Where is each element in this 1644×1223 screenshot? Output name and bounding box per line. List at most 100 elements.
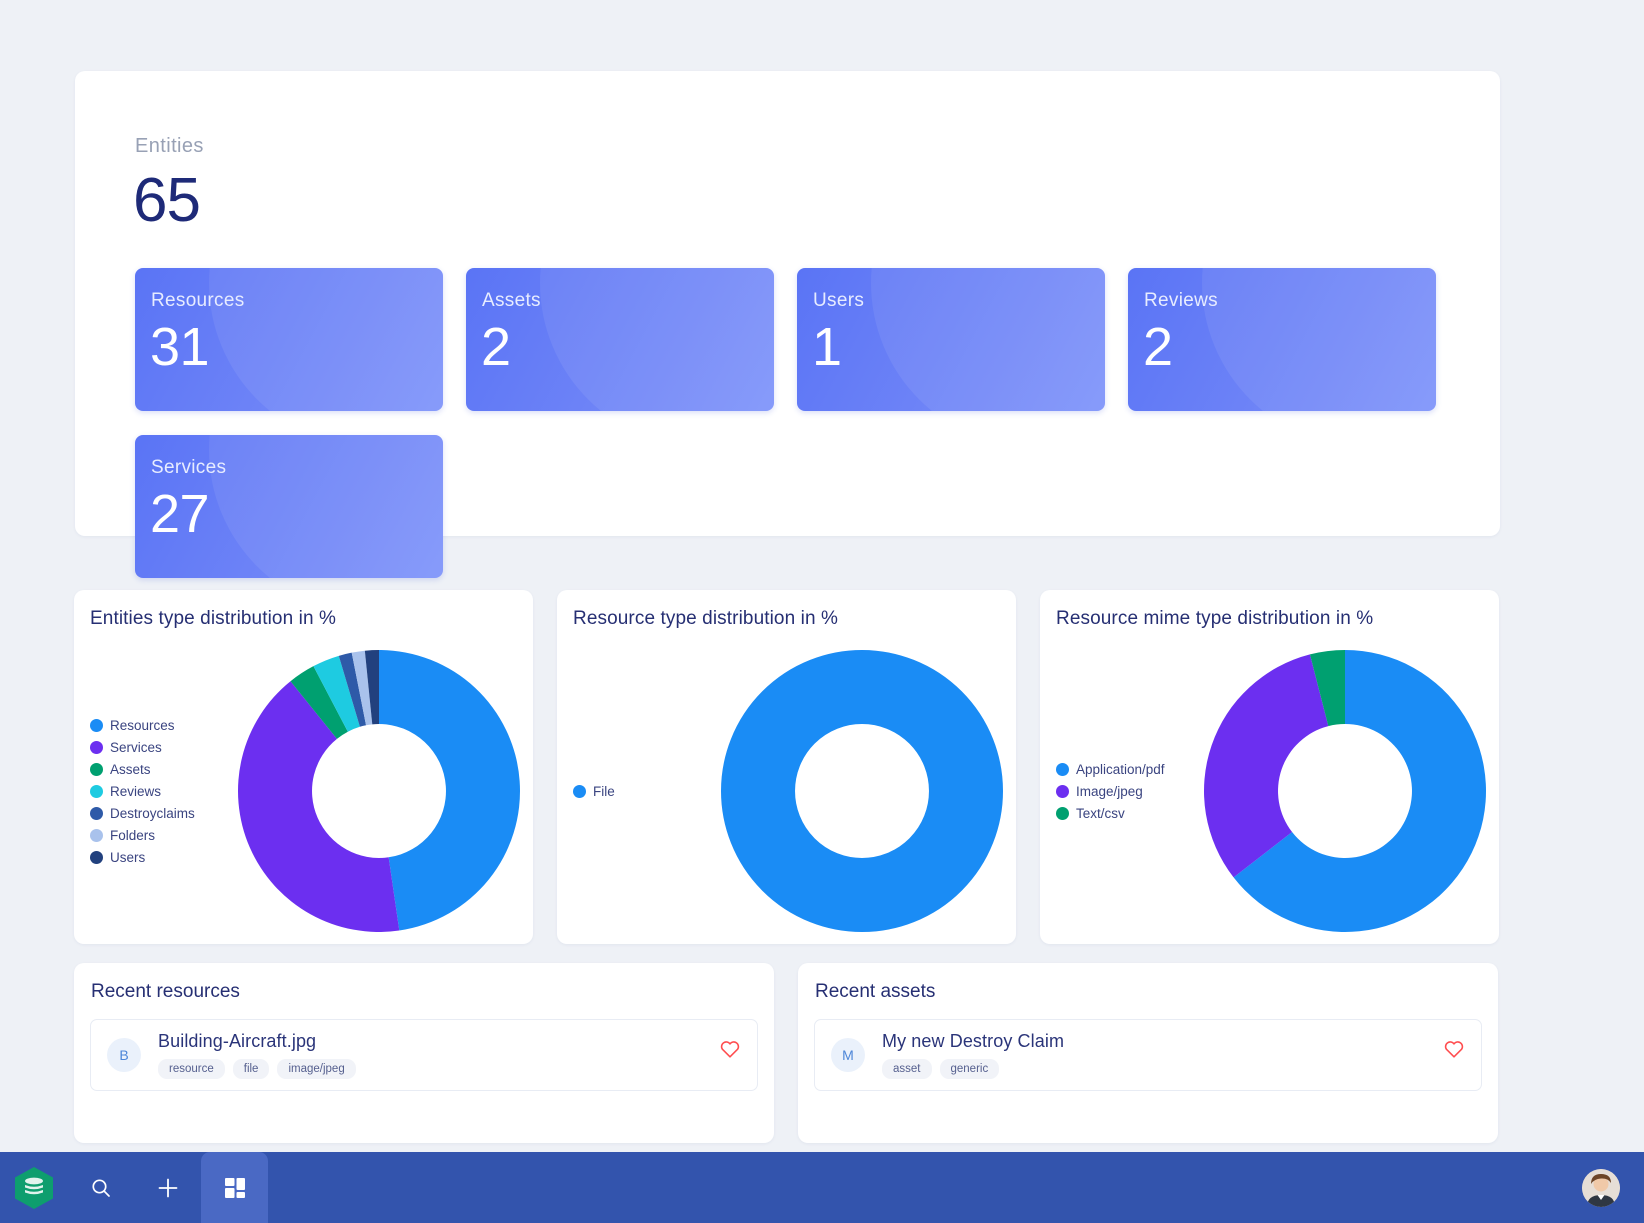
- legend-label: Users: [110, 849, 146, 865]
- list-item[interactable]: M My new Destroy Claim asset generic: [814, 1019, 1482, 1091]
- legend-color-dot: [90, 784, 103, 798]
- chart-title: Resource mime type distribution in %: [1056, 608, 1374, 629]
- legend-item[interactable]: File: [573, 784, 707, 799]
- stat-card-label: Users: [813, 290, 865, 311]
- tag-pill: image/jpeg: [277, 1059, 356, 1079]
- chart-title: Resource type distribution in %: [573, 608, 839, 629]
- stat-card-value: 31: [150, 317, 210, 377]
- legend-item[interactable]: Assets: [90, 762, 224, 777]
- legend-item[interactable]: Folders: [90, 828, 224, 843]
- tag-list: resource file image/jpeg: [158, 1059, 356, 1079]
- donut-chart: [237, 650, 520, 932]
- donut-chart: [1203, 650, 1486, 932]
- plus-icon: [158, 1178, 177, 1197]
- chart-card-0: Entities type distribution in % Resources…: [74, 590, 533, 944]
- chart-title: Entities type distribution in %: [90, 608, 336, 629]
- stat-card-label: Resources: [151, 290, 245, 311]
- legend-color-dot: [90, 850, 103, 864]
- legend-label: Text/csv: [1076, 805, 1125, 821]
- legend-color-dot: [90, 740, 103, 754]
- stat-card-grid: Resources 31 Assets 2 Users 1 Reviews 2 Services…: [135, 268, 1440, 578]
- legend-item[interactable]: Destroyclaims: [90, 806, 224, 821]
- legend-item[interactable]: Resources: [90, 718, 224, 733]
- chart-card-1: Resource type distribution in % File: [557, 590, 1016, 944]
- nav-add-button[interactable]: [134, 1152, 201, 1223]
- legend-label: Folders: [110, 827, 156, 843]
- recent-assets-title: Recent assets: [815, 981, 936, 1002]
- legend-item[interactable]: Reviews: [90, 784, 224, 799]
- legend-color-dot: [90, 718, 103, 732]
- list-item[interactable]: B Building-Aircraft.jpg resource file image/…: [90, 1019, 758, 1091]
- stat-card-label: Reviews: [1144, 290, 1218, 311]
- donut-wrapper: [707, 648, 1016, 934]
- recent-resources-title: Recent resources: [91, 981, 240, 1002]
- stat-card-users[interactable]: Users 1: [797, 268, 1105, 411]
- legend-item[interactable]: Services: [90, 740, 224, 755]
- list-item-title: My new Destroy Claim: [882, 1031, 1065, 1051]
- legend-label: Destroyclaims: [110, 805, 195, 821]
- entities-total-value: 65: [133, 166, 201, 235]
- stat-card-value: 2: [481, 317, 511, 377]
- donut-slice[interactable]: [378, 650, 520, 931]
- user-avatar[interactable]: [1582, 1168, 1620, 1207]
- legend-label: Image/jpeg: [1076, 783, 1143, 799]
- recent-assets-list: M My new Destroy Claim asset generic: [814, 1019, 1482, 1091]
- stat-card-label: Assets: [482, 290, 541, 311]
- recent-resources-list: B Building-Aircraft.jpg resource file image/…: [90, 1019, 758, 1091]
- legend-color-dot: [1056, 806, 1069, 820]
- list-item-content: My new Destroy Claim asset generic: [882, 1031, 1064, 1079]
- nav-dashboard-button[interactable]: [201, 1152, 268, 1223]
- legend-item[interactable]: Users: [90, 850, 224, 865]
- legend-color-dot: [90, 806, 103, 820]
- stat-card-value: 1: [812, 317, 842, 377]
- avatar: B: [107, 1038, 141, 1072]
- entities-label: Entities: [135, 135, 204, 157]
- legend-label: Services: [110, 739, 162, 755]
- legend-color-dot: [573, 784, 586, 798]
- legend-item[interactable]: Application/pdf: [1056, 762, 1190, 777]
- stat-card-reviews[interactable]: Reviews 2: [1128, 268, 1436, 411]
- donut-chart: [720, 649, 1003, 933]
- legend-item[interactable]: Image/jpeg: [1056, 784, 1190, 799]
- favorite-heart-icon[interactable]: [719, 1038, 741, 1060]
- chart-card-2: Resource mime type distribution in % Appl…: [1040, 590, 1499, 944]
- hexagon-stack-logo-icon[interactable]: [0, 1166, 67, 1210]
- legend-label: File: [593, 783, 615, 799]
- recent-resources-card: Recent resources B Building-Aircraft.jpg r…: [74, 963, 774, 1143]
- stat-card-services[interactable]: Services 27: [135, 435, 443, 578]
- tag-pill: generic: [939, 1059, 1000, 1079]
- legend-color-dot: [1056, 784, 1069, 798]
- donut-wrapper: [1190, 648, 1499, 934]
- tag-pill: file: [232, 1059, 270, 1079]
- chart-body: File: [557, 638, 1016, 944]
- legend-label: Application/pdf: [1076, 761, 1165, 777]
- legend-label: Reviews: [110, 783, 162, 799]
- legend-label: Resources: [110, 717, 175, 733]
- entities-summary-panel: Entities 65 Resources 31 Assets 2 Users 1 Revi…: [75, 71, 1500, 578]
- stat-card-resources[interactable]: Resources 31: [135, 268, 443, 411]
- legend-item[interactable]: Text/csv: [1056, 806, 1190, 821]
- stat-card-assets[interactable]: Assets 2: [466, 268, 774, 411]
- tag-pill: asset: [882, 1059, 932, 1079]
- avatar: M: [831, 1038, 865, 1072]
- legend-color-dot: [90, 828, 103, 842]
- tag-list: asset generic: [882, 1059, 1064, 1079]
- stat-card-label: Services: [151, 457, 227, 478]
- stat-card-value: 2: [1143, 317, 1173, 377]
- donut-wrapper: [224, 648, 533, 934]
- list-item-content: Building-Aircraft.jpg resource file image/j…: [158, 1031, 356, 1079]
- chart-legend: Resources Services Assets Reviews Destroycla…: [74, 718, 224, 865]
- recent-assets-card: Recent assets M My new Destroy Claim asset…: [798, 963, 1498, 1143]
- chart-legend: File: [557, 784, 707, 799]
- legend-label: Assets: [110, 761, 151, 777]
- favorite-heart-icon[interactable]: [1443, 1038, 1465, 1060]
- nav-search-button[interactable]: [67, 1152, 134, 1223]
- tag-pill: resource: [158, 1059, 225, 1079]
- chart-body: Application/pdf Image/jpeg Text/csv: [1040, 638, 1499, 944]
- search-icon: [91, 1178, 110, 1197]
- legend-color-dot: [1056, 762, 1069, 776]
- donut-slice[interactable]: [1203, 654, 1328, 878]
- stat-card-value: 27: [150, 484, 210, 544]
- chart-row: Entities type distribution in % Resources…: [74, 590, 1499, 944]
- recent-row: Recent resources B Building-Aircraft.jpg r…: [74, 963, 1499, 1143]
